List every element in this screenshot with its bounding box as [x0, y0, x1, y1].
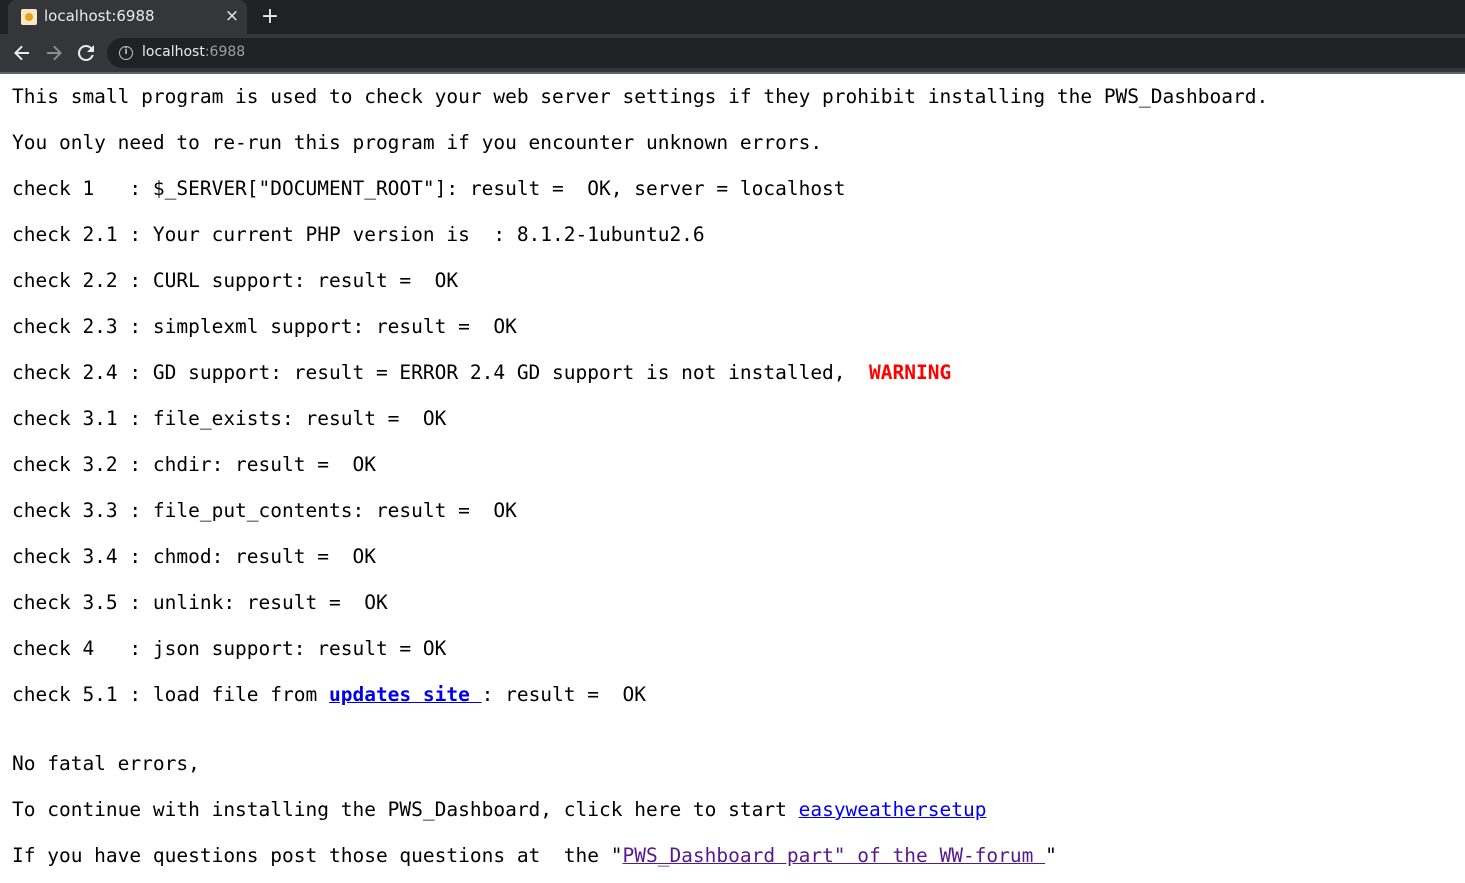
- page-content: This small program is used to check your…: [12, 74, 1452, 879]
- reload-icon[interactable]: [74, 41, 98, 65]
- check-3-4-line: check 3.4 : chmod: result = OK: [12, 545, 376, 568]
- back-arrow-icon[interactable]: [10, 41, 34, 65]
- check-3-3-line: check 3.3 : file_put_contents: result = …: [12, 499, 517, 522]
- continue-line: To continue with installing the PWS_Dash…: [12, 787, 1452, 833]
- url-port: :6988: [204, 44, 246, 60]
- intro-text: This small program is used to check your…: [12, 85, 1269, 108]
- check-2-4-text: check 2.4 : GD support: result = ERROR 2…: [12, 361, 870, 384]
- check-2-1-line: check 2.1 : Your current PHP version is …: [12, 223, 705, 246]
- new-tab-button[interactable]: +: [258, 4, 282, 30]
- check-2-4-line: check 2.4 : GD support: result = ERROR 2…: [12, 350, 1452, 396]
- check-3-5-line: check 3.5 : unlink: result = OK: [12, 591, 388, 614]
- forward-arrow-icon[interactable]: [42, 41, 66, 65]
- forum-link[interactable]: PWS_Dashboard part" of the WW-forum: [622, 844, 1045, 867]
- check-1-line: check 1 : $_SERVER["DOCUMENT_ROOT"]: res…: [12, 177, 846, 200]
- no-fatal-errors: No fatal errors,: [12, 752, 200, 775]
- favicon-icon: [21, 9, 37, 25]
- rerun-note: You only need to re-run this program if …: [12, 131, 823, 154]
- check-5-1-prefix: check 5.1 : load file from: [12, 683, 329, 706]
- url-host: localhost: [142, 44, 205, 60]
- site-info-icon[interactable]: i: [119, 46, 133, 60]
- check-2-3-line: check 2.3 : simplexml support: result = …: [12, 315, 517, 338]
- tab-title: localhost:6988: [44, 7, 155, 25]
- questions-suffix: ": [1045, 844, 1057, 867]
- check-5-1-line: check 5.1 : load file from updates site …: [12, 672, 1452, 718]
- easyweathersetup-link[interactable]: easyweathersetup: [799, 798, 987, 821]
- check-3-1-line: check 3.1 : file_exists: result = OK: [12, 407, 447, 430]
- check-3-2-line: check 3.2 : chdir: result = OK: [12, 453, 376, 476]
- check-4-line: check 4 : json support: result = OK: [12, 637, 447, 660]
- tab-strip: localhost:6988 × +: [0, 0, 1465, 34]
- updates-site-link[interactable]: updates site: [329, 683, 482, 706]
- browser-tab[interactable]: localhost:6988 ×: [8, 0, 247, 34]
- check-2-2-line: check 2.2 : CURL support: result = OK: [12, 269, 459, 292]
- address-bar[interactable]: i localhost:6988: [107, 38, 1465, 68]
- questions-line: If you have questions post those questio…: [12, 833, 1452, 879]
- warning-label: WARNING: [869, 361, 952, 384]
- close-tab-icon[interactable]: ×: [222, 5, 242, 27]
- url-text[interactable]: localhost:6988: [142, 44, 245, 60]
- continue-prefix: To continue with installing the PWS_Dash…: [12, 798, 799, 821]
- check-5-1-suffix: : result = OK: [481, 683, 646, 706]
- questions-prefix: If you have questions post those questio…: [12, 844, 623, 867]
